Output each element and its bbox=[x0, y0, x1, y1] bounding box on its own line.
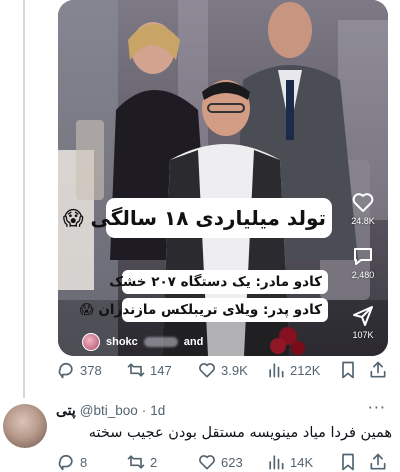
comment-bubble-icon bbox=[354, 248, 372, 265]
bookmark-icon bbox=[342, 453, 354, 471]
views-bar-chart-icon bbox=[269, 363, 284, 378]
more-options-icon[interactable]: ··· bbox=[368, 398, 386, 417]
reply-views-count: 14K bbox=[290, 454, 314, 470]
reply-like-count: 623 bbox=[221, 454, 243, 470]
uploader-handle: shokc bbox=[106, 336, 138, 348]
reply-bookmark-button[interactable] bbox=[338, 450, 358, 472]
video-like-count: 24.8K bbox=[351, 216, 375, 226]
like-count: 3.9K bbox=[221, 362, 248, 378]
reply-count: 378 bbox=[80, 362, 102, 378]
video-comment-button[interactable]: 2,480 bbox=[338, 244, 388, 280]
reply-retweet-count: 2 bbox=[150, 454, 158, 470]
retweet-icon bbox=[127, 455, 145, 469]
reply-separator: · bbox=[141, 403, 147, 418]
uploader-avatar bbox=[82, 333, 100, 351]
reply-reply-count: 8 bbox=[80, 454, 88, 470]
tweet-action-bar: 378 147 3.9K 212K bbox=[56, 358, 396, 382]
thread-line bbox=[23, 0, 25, 398]
heart-icon bbox=[199, 363, 215, 378]
views-count: 212K bbox=[290, 362, 321, 378]
reply-text: همین فردا میاد مینویسه مستقل بودن عجیب س… bbox=[88, 425, 392, 441]
heart-icon bbox=[352, 193, 374, 212]
reply-avatar[interactable] bbox=[3, 404, 47, 448]
uploader-handle-suffix: and bbox=[183, 336, 204, 348]
bookmark-icon bbox=[342, 361, 354, 379]
reply-views-button[interactable]: 14K bbox=[266, 450, 313, 472]
retweet-icon bbox=[127, 363, 145, 377]
like-button[interactable]: 3.9K bbox=[197, 358, 248, 382]
share-upload-icon bbox=[370, 453, 386, 470]
video-share-button[interactable]: 107K bbox=[338, 304, 388, 340]
video-card[interactable]: تولد میلیاردی ۱۸ سالگی 😱 کادو مادر: یک د… bbox=[58, 0, 388, 356]
reply-timestamp[interactable]: 1d bbox=[150, 403, 165, 418]
reply-action-bar: 8 2 623 14K bbox=[56, 450, 396, 472]
share-arrow-icon bbox=[353, 306, 373, 326]
reply-author-name[interactable]: پتی bbox=[56, 402, 76, 419]
reply-icon bbox=[58, 362, 73, 379]
views-button[interactable]: 212K bbox=[266, 358, 320, 382]
share-button[interactable] bbox=[368, 358, 388, 382]
video-uploader[interactable]: shokc and bbox=[82, 333, 203, 351]
video-like-button[interactable]: 24.8K bbox=[338, 190, 388, 226]
retweet-button[interactable]: 147 bbox=[126, 358, 172, 382]
share-upload-icon bbox=[370, 361, 386, 378]
reply-author-handle[interactable]: @bti_boo bbox=[80, 403, 138, 418]
reply-retweet-button[interactable]: 2 bbox=[126, 450, 157, 472]
video-caption-title: تولد میلیاردی ۱۸ سالگی 😱 bbox=[63, 198, 332, 238]
reply-reply-button[interactable]: 8 bbox=[56, 450, 87, 472]
video-caption-mother-gift: کادو مادر: یک دستگاه ۲۰۷ خشک bbox=[109, 270, 328, 294]
retweet-count: 147 bbox=[150, 362, 172, 378]
reply-share-button[interactable] bbox=[368, 450, 388, 472]
reply-like-button[interactable]: 623 bbox=[197, 450, 243, 472]
reply-button[interactable]: 378 bbox=[56, 358, 102, 382]
video-comment-count: 2,480 bbox=[351, 270, 375, 280]
views-bar-chart-icon bbox=[269, 455, 284, 470]
video-caption-father-gift: کادو پدر: ویلای تریبلکس مازندران 😱 bbox=[80, 298, 328, 322]
reply-header: پتی @bti_boo · 1d bbox=[56, 402, 165, 419]
bookmark-button[interactable] bbox=[338, 358, 358, 382]
video-share-count: 107K bbox=[352, 330, 374, 340]
heart-icon bbox=[199, 455, 215, 470]
reply-icon bbox=[58, 454, 73, 471]
blurred-text bbox=[143, 337, 178, 347]
